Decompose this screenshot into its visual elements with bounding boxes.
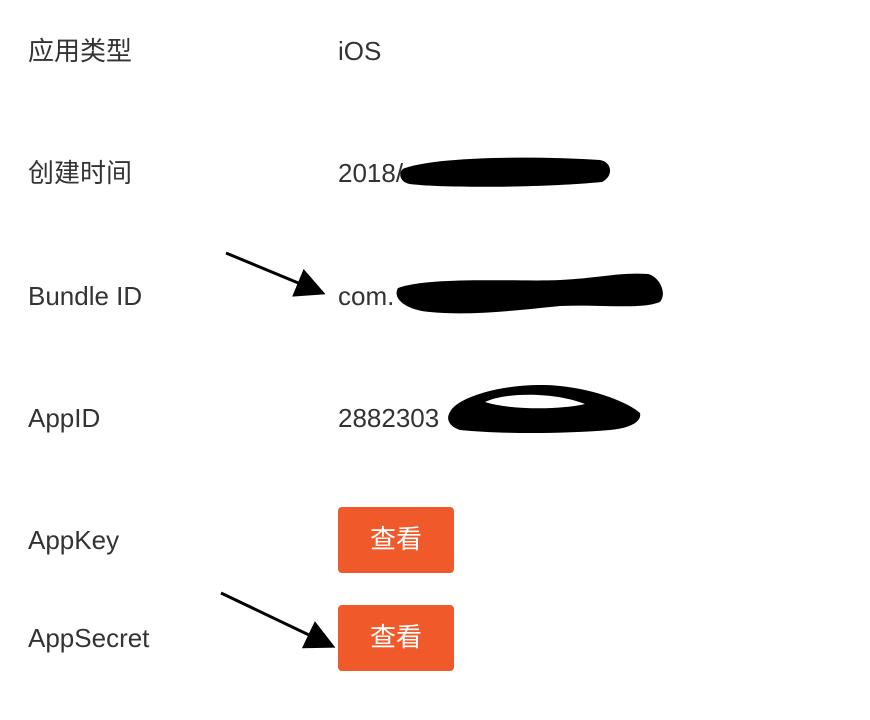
app-secret-label: AppSecret xyxy=(28,623,150,653)
row-app-type: 应用类型 iOS xyxy=(0,18,870,84)
row-bundle-id: Bundle ID com. xyxy=(0,263,870,329)
row-app-secret: AppSecret 查看 xyxy=(0,605,870,671)
app-id-label: AppID xyxy=(28,403,101,433)
created-time-label: 创建时间 xyxy=(28,158,133,188)
bundle-id-label: Bundle ID xyxy=(28,281,143,311)
app-type-label: 应用类型 xyxy=(28,36,133,66)
row-created-time: 创建时间 2018/ xyxy=(0,140,870,206)
app-type-value: iOS xyxy=(338,36,382,66)
app-id-value: 2882303 xyxy=(338,403,440,433)
view-app-key-button[interactable]: 查看 xyxy=(338,507,454,573)
created-time-value: 2018/ xyxy=(338,158,404,188)
row-app-key: AppKey 查看 xyxy=(0,507,870,573)
bundle-id-value: com. xyxy=(338,281,395,311)
app-key-label: AppKey xyxy=(28,525,120,555)
view-app-secret-button[interactable]: 查看 xyxy=(338,605,454,671)
row-app-id: AppID 2882303 xyxy=(0,385,870,451)
